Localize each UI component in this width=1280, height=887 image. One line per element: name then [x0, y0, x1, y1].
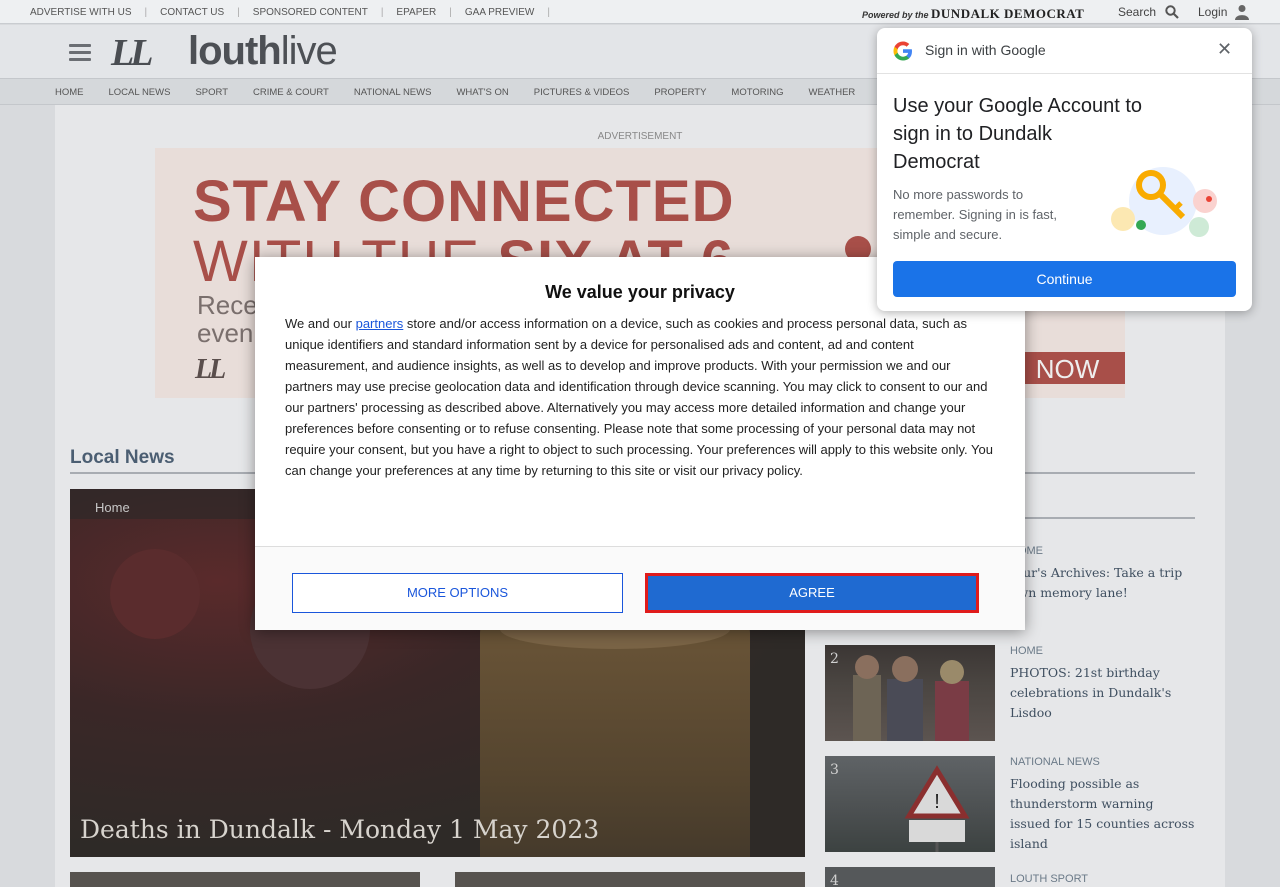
close-icon[interactable]: ✕ — [1217, 39, 1232, 60]
ad-logo: LL — [195, 354, 226, 385]
article-thumbnail[interactable] — [455, 872, 805, 887]
google-signin-header: Sign in with Google ✕ — [877, 28, 1252, 74]
search-link[interactable]: Search — [1118, 5, 1156, 19]
ad-cta[interactable]: NOW — [1010, 352, 1125, 384]
nav-sport[interactable]: SPORT — [195, 87, 228, 98]
separator: | — [380, 6, 384, 18]
article-thumbnail[interactable] — [70, 872, 420, 887]
nav-crime-court[interactable]: CRIME & COURT — [253, 87, 329, 98]
item-category[interactable]: LOUTH SPORT — [1010, 873, 1088, 885]
ad-headline: STAY CONNECTED — [193, 169, 735, 234]
nav-home[interactable]: HOME — [55, 87, 84, 98]
list-item[interactable]: 4 LOUTH SPORT — [825, 867, 1195, 887]
item-category[interactable]: HOME — [1010, 645, 1043, 657]
separator: | — [449, 6, 452, 18]
nav-whats-on[interactable]: WHAT'S ON — [456, 87, 508, 98]
privacy-text: store and/or access information on a dev… — [285, 316, 993, 478]
item-title[interactable]: Flooding possible as thunderstorm warnin… — [1010, 774, 1195, 854]
link-advertise[interactable]: ADVERTISE WITH US — [30, 7, 145, 18]
ad-text-1: Rece — [197, 290, 258, 320]
hero-image-detail — [110, 549, 200, 639]
privacy-body: We and our partners store and/or access … — [285, 313, 1000, 481]
hero-breadcrumb[interactable]: Home — [70, 489, 260, 519]
hero-title[interactable]: Deaths in Dundalk - Monday 1 May 2023 — [80, 815, 599, 844]
list-item[interactable]: ! 3 NATIONAL NEWS Flooding possible as t… — [825, 756, 1195, 852]
list-item[interactable]: 2 HOME PHOTOS: 21st birthday celebration… — [825, 645, 1195, 741]
nav-pictures-videos[interactable]: PICTURES & VIDEOS — [534, 87, 630, 98]
utility-links: ADVERTISE WITH US | CONTACT US | SPONSORED… — [30, 0, 563, 24]
key-illustration-icon — [1105, 163, 1223, 244]
item-thumbnail[interactable] — [825, 867, 995, 887]
agree-button[interactable]: AGREE — [645, 573, 979, 613]
link-epaper[interactable]: EPAPER — [396, 7, 449, 18]
separator: | — [237, 6, 240, 18]
item-thumbnail[interactable]: ! — [825, 756, 995, 852]
item-thumbnail[interactable] — [825, 645, 995, 741]
logo-bold: louth — [188, 29, 282, 73]
menu-icon[interactable] — [69, 44, 91, 65]
powered-by-label: Powered by the — [862, 10, 929, 20]
dundalk-democrat-logo: DUNDALK DEMOCRAT — [931, 6, 1085, 21]
ad-text-2: even — [197, 318, 254, 348]
link-gaa-preview[interactable]: GAA PREVIEW — [465, 7, 547, 18]
google-signin-popup: Sign in with Google ✕ Use your Google Ac… — [877, 28, 1252, 311]
privacy-consent-dialog: We value your privacy We and our partner… — [255, 257, 1025, 630]
google-signin-text: No more passwords to remember. Signing i… — [893, 187, 1058, 242]
site-logo-mark[interactable]: LL — [111, 31, 153, 75]
google-logo-icon — [893, 41, 913, 66]
svg-text:!: ! — [934, 791, 940, 813]
search-icon[interactable] — [1165, 5, 1179, 24]
link-sponsored[interactable]: SPONSORED CONTENT — [253, 7, 381, 18]
privacy-intro: We and our — [285, 316, 356, 331]
separator: | — [547, 6, 550, 18]
nav-national-news[interactable]: NATIONAL NEWS — [354, 87, 432, 98]
nav-local-news[interactable]: LOCAL NEWS — [109, 87, 171, 98]
site-logo[interactable]: louthlive — [188, 29, 338, 74]
continue-button[interactable]: Continue — [893, 261, 1236, 297]
nav-motoring[interactable]: MOTORING — [731, 87, 783, 98]
item-title[interactable]: PHOTOS: 21st birthday celebrations in Du… — [1010, 663, 1195, 723]
nav-weather[interactable]: WEATHER — [809, 87, 856, 98]
link-contact[interactable]: CONTACT US — [160, 7, 237, 18]
partners-link[interactable]: partners — [356, 316, 404, 331]
nav-property[interactable]: PROPERTY — [654, 87, 706, 98]
powered-by[interactable]: Powered by the DUNDALK DEMOCRAT — [862, 6, 1084, 22]
section-title[interactable]: Local News — [70, 447, 175, 469]
logo-light: live — [280, 29, 338, 73]
user-icon[interactable] — [1235, 4, 1249, 25]
separator: | — [144, 6, 148, 18]
privacy-footer: MORE OPTIONS AGREE — [255, 546, 1025, 630]
item-title[interactable]: thur's Archives: Take a trip own memory … — [1010, 563, 1195, 603]
more-options-button[interactable]: MORE OPTIONS — [292, 573, 623, 613]
item-rank: 2 — [830, 651, 839, 667]
item-category[interactable]: NATIONAL NEWS — [1010, 756, 1100, 768]
login-link[interactable]: Login — [1198, 5, 1227, 19]
item-rank: 3 — [830, 762, 839, 778]
google-signin-title: Sign in with Google — [925, 42, 1046, 58]
utility-bar: ADVERTISE WITH US | CONTACT US | SPONSORED… — [0, 0, 1280, 24]
item-rank: 4 — [830, 873, 839, 887]
